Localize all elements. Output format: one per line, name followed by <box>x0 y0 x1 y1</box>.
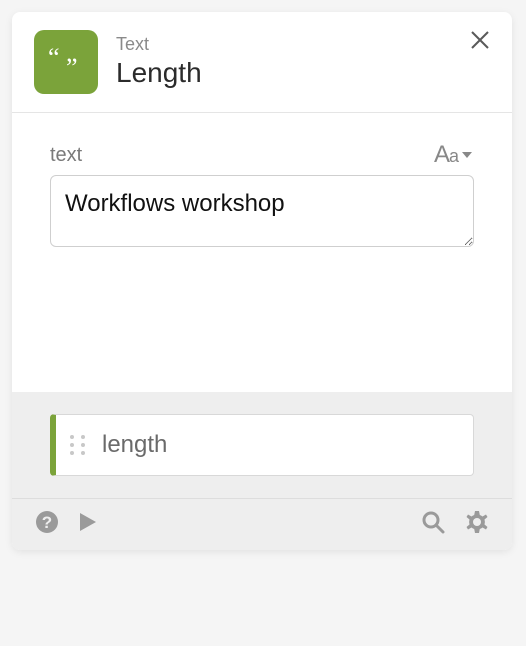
drag-handle-icon <box>70 435 88 455</box>
run-button[interactable] <box>74 509 100 540</box>
outputs-section: length <box>12 392 512 498</box>
card-footer: ? <box>12 498 512 550</box>
card-body: text Aa <box>12 113 512 392</box>
node-card: “ ” Text Length text Aa <box>12 12 512 550</box>
gear-icon <box>464 509 490 535</box>
help-button[interactable]: ? <box>34 509 60 540</box>
header-category: Text <box>116 34 490 56</box>
close-icon <box>468 28 492 52</box>
svg-text:”: ” <box>66 53 78 76</box>
header-titles: Text Length <box>116 34 490 89</box>
play-icon <box>74 509 100 535</box>
svg-text:“: “ <box>48 48 60 72</box>
svg-text:?: ? <box>42 513 52 532</box>
text-function-icon: “ ” <box>34 30 98 94</box>
input-label: text <box>50 144 82 167</box>
field-header-row: text Aa <box>50 141 474 169</box>
header-title: Length <box>116 56 490 90</box>
search-icon <box>420 509 446 535</box>
type-selector[interactable]: Aa <box>434 141 474 169</box>
output-label: length <box>102 431 167 459</box>
chevron-down-icon <box>460 148 474 162</box>
search-button[interactable] <box>420 509 446 540</box>
type-text-icon: Aa <box>434 141 458 169</box>
close-button[interactable] <box>468 28 492 57</box>
text-input[interactable] <box>50 175 474 247</box>
help-icon: ? <box>34 509 60 535</box>
settings-button[interactable] <box>464 509 490 540</box>
card-header: “ ” Text Length <box>12 12 512 113</box>
output-pill[interactable]: length <box>50 414 474 476</box>
